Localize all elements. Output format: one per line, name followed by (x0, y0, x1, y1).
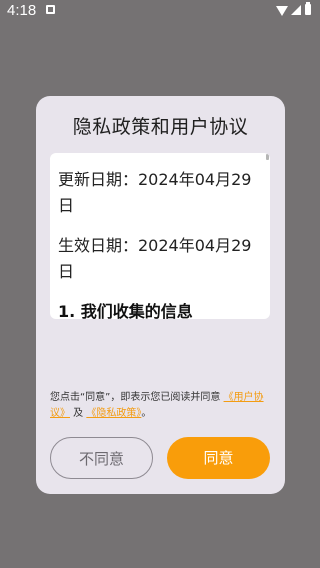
policy-content: 更新日期：2024年04月29日 生效日期：2024年04月29日 1. 我们收… (58, 167, 258, 319)
dialog-title: 隐私政策和用户协议 (72, 116, 249, 138)
scrollbar-thumb[interactable] (266, 154, 269, 160)
notice-prefix: 您点击“同意”，即表示您已阅读并同意 (50, 392, 224, 403)
status-time: 4:18 (7, 2, 37, 19)
effective-date-text: 生效日期：2024年04月29日 (58, 236, 252, 281)
signal-icon (291, 5, 301, 15)
agree-button[interactable]: 同意 (167, 437, 270, 479)
notification-icon (46, 5, 55, 14)
battery-icon (305, 2, 311, 15)
privacy-dialog: 隐私政策和用户协议 更新日期：2024年04月29日 生效日期：2024年04月… (36, 96, 285, 494)
policy-content-scroll[interactable]: 更新日期：2024年04月29日 生效日期：2024年04月29日 1. 我们收… (50, 153, 270, 319)
section-heading: 1. 我们收集的信息 (58, 302, 193, 319)
notice-and: 及 (70, 408, 87, 419)
status-bar: 4:18 (0, 0, 320, 22)
updated-date-text: 更新日期：2024年04月29日 (58, 170, 252, 215)
privacy-policy-link[interactable]: 《隐私政策》 (86, 408, 141, 419)
decline-button[interactable]: 不同意 (50, 437, 153, 479)
consent-notice: 您点击“同意”，即表示您已阅读并同意 《用户协议》 及 《隐私政策》。 (50, 390, 276, 422)
wifi-icon (276, 6, 288, 16)
notice-suffix: 。 (141, 408, 152, 419)
